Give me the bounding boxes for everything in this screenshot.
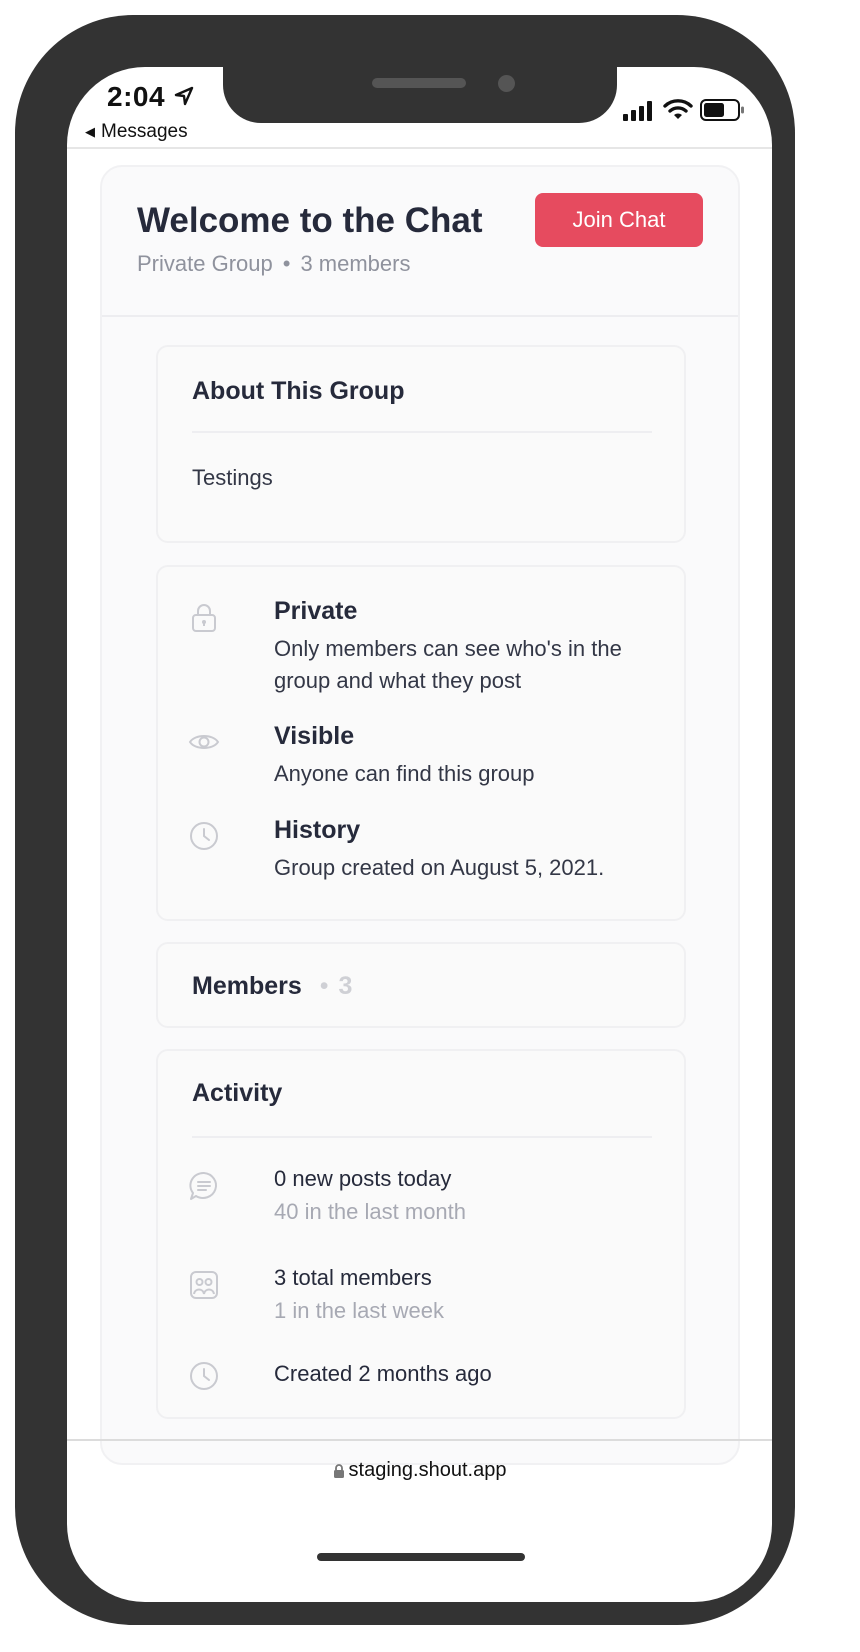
join-chat-button[interactable]: Join Chat [535,193,703,247]
clock-icon [190,1362,218,1390]
info-label: Private [274,597,358,625]
group-subtitle: Private Group • 3 members [137,251,410,277]
info-label: Visible [274,722,355,750]
browser-bar-divider [67,1439,772,1441]
front-camera [498,75,515,92]
activity-primary: 0 new posts today [274,1166,452,1191]
speaker-grille [372,78,466,88]
activity-row-created: Created 2 months ago [188,1356,658,1396]
activity-secondary: 40 in the last month [274,1199,467,1224]
group-description: Testings [192,465,273,490]
chat-bubble-icon [189,1171,217,1200]
back-triangle-icon: ◀ [85,124,95,139]
info-label: History [274,816,361,844]
members-label: Members [192,972,302,1000]
back-link-label: Messages [101,121,188,142]
battery-icon [700,99,744,121]
cellular-signal-icon [623,101,652,121]
info-row-visible: Visible Anyone can find this group [188,722,658,792]
activity-row-posts: 0 new posts today 40 in the last month [188,1166,658,1236]
about-title: About This Group [192,377,405,405]
back-to-messages-link[interactable]: ◀ Messages [85,121,188,143]
activity-title: Activity [192,1079,283,1107]
page-title: Welcome to the Chat [137,201,483,240]
phone-frame: 2:04 ◀ Messages Welcome to the Chat Priv… [15,15,795,1625]
divider [192,431,652,433]
info-description: Group created on August 5, 2021. [274,855,605,880]
group-info-card: Private Only members can see who's in th… [156,565,686,921]
info-row-private: Private Only members can see who's in th… [188,597,658,707]
status-time: 2:04 [107,81,166,112]
phone-notch [223,65,617,123]
activity-primary: Created 2 months ago [274,1361,492,1386]
info-description: Only members can see who's in the group … [274,636,622,693]
activity-secondary: 1 in the last week [274,1298,444,1323]
activity-card: Activity 0 new posts today 40 in the las… [156,1049,686,1419]
members-card[interactable]: Members • 3 [156,942,686,1028]
members-count: 3 [338,972,353,1000]
lock-icon [192,604,216,632]
divider [192,1136,652,1138]
info-row-history: History Group created on August 5, 2021. [188,816,658,886]
url-bar[interactable]: staging.shout.app [67,1459,772,1482]
members-separator: • [319,972,329,1000]
url-text: staging.shout.app [348,1459,507,1481]
group-header: Welcome to the Chat Private Group • 3 me… [102,167,738,317]
group-page-card: Welcome to the Chat Private Group • 3 me… [100,165,740,1465]
group-member-count: 3 members [300,251,411,276]
home-indicator[interactable] [317,1553,525,1561]
location-arrow-icon [174,86,194,106]
wifi-icon [663,99,693,119]
eye-icon [188,735,220,749]
group-privacy-label: Private Group [137,251,273,276]
clock-icon [190,822,218,850]
members-title: Members • 3 [192,972,352,1001]
lock-icon [333,1463,344,1478]
phone-screen: 2:04 ◀ Messages Welcome to the Chat Priv… [67,67,772,1602]
activity-row-members: 3 total members 1 in the last week [188,1265,658,1335]
activity-primary: 3 total members [274,1265,432,1290]
subtitle-separator: • [282,251,291,276]
status-bar-divider [67,147,772,149]
about-group-card: About This Group Testings [156,345,686,543]
members-icon [190,1271,218,1299]
info-description: Anyone can find this group [274,761,535,786]
